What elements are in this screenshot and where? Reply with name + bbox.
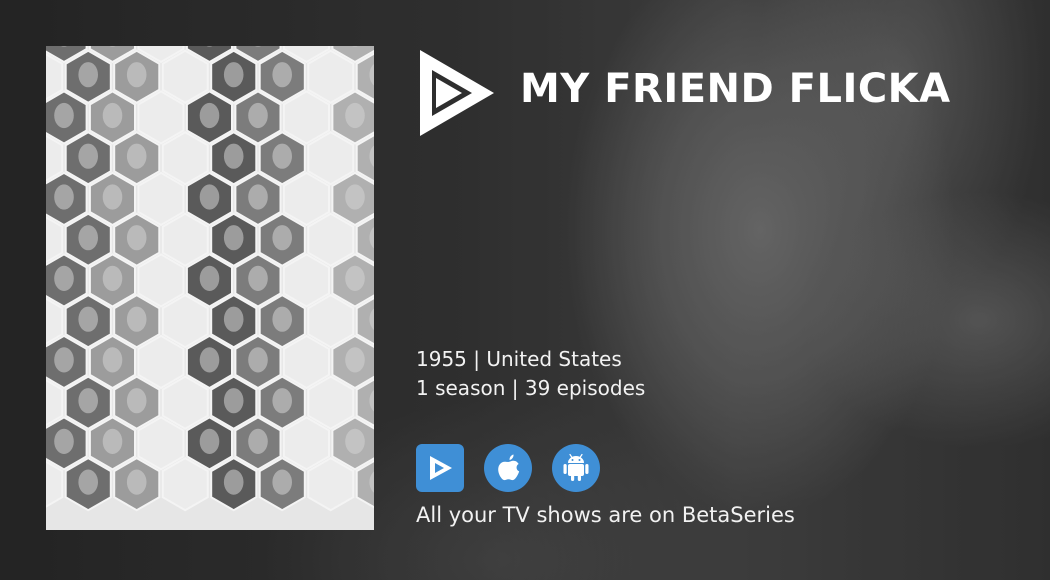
poster-hex-face [272, 225, 292, 251]
ios-app-button[interactable] [484, 444, 532, 492]
poster-hex-face [345, 184, 365, 210]
android-icon [563, 453, 589, 481]
share-card: MY FRIEND FLICKA 1955 | United States 1 … [0, 0, 1050, 580]
poster-hex-face [126, 62, 147, 88]
poster-hex-face [223, 306, 244, 332]
poster-hex-empty [307, 293, 355, 349]
poster-hex-face [272, 469, 292, 495]
poster-hex-face [102, 184, 123, 210]
poster-hex-empty [307, 375, 355, 430]
year-country: 1955 | United States [416, 347, 622, 371]
poster-hex-face [126, 469, 147, 495]
poster-hex-empty [282, 334, 330, 390]
poster-hex-face [248, 184, 268, 210]
poster-hex-face [223, 143, 244, 169]
poster-hex-face [199, 428, 220, 454]
android-app-button[interactable] [552, 444, 600, 492]
poster-hex-face [223, 225, 244, 251]
poster-hex-empty [137, 416, 185, 471]
poster-hex-face [102, 265, 123, 291]
poster-hex-face [248, 102, 268, 129]
show-title: MY FRIEND FLICKA [520, 66, 951, 112]
poster-hexagon-pattern [46, 46, 374, 512]
poster-hex-empty [161, 212, 209, 267]
poster-hex-face [54, 184, 74, 210]
poster-hex-face [54, 102, 74, 129]
seasons-episodes: 1 season | 39 episodes [416, 376, 646, 400]
poster-hex-empty [307, 131, 355, 186]
poster-hex-face [345, 102, 365, 129]
poster-hex-face [272, 388, 292, 414]
poster-hex-face [345, 265, 365, 291]
poster-hex-face [248, 428, 268, 454]
poster-hex-empty [307, 456, 355, 512]
poster-hex-empty [282, 253, 330, 308]
poster-hex-empty [161, 293, 209, 349]
poster-hex-empty [137, 171, 185, 227]
poster-hex-face [199, 184, 220, 210]
poster-hex-face [54, 428, 74, 454]
poster-hex-empty [137, 253, 185, 308]
poster-hex-face [248, 265, 268, 291]
play-icon [430, 456, 452, 480]
poster-hex-face [78, 62, 98, 88]
tagline: All your TV shows are on BetaSeries [416, 503, 795, 527]
poster-hex-empty [282, 171, 330, 227]
poster-hex-empty [282, 90, 330, 145]
poster-hex-face [102, 428, 123, 454]
poster-hex-face [126, 225, 147, 251]
poster-hex-empty [307, 49, 355, 104]
poster-hex-face [345, 347, 365, 373]
poster-hex-face [248, 347, 268, 373]
poster-hex-face [54, 265, 74, 291]
poster-hex-face [102, 347, 123, 373]
poster-hex-empty [137, 90, 185, 145]
poster-hex-face [102, 102, 123, 129]
poster-hex-empty [161, 49, 209, 104]
poster-hex-face [78, 306, 98, 332]
show-poster [46, 46, 374, 530]
poster-hex-empty [161, 375, 209, 430]
show-meta: 1955 | United States 1 season | 39 episo… [416, 345, 645, 403]
poster-hex-face [78, 143, 98, 169]
poster-hex-face [223, 469, 244, 495]
poster-hex-face [272, 143, 292, 169]
poster-hex-face [126, 143, 147, 169]
poster-hex-face [223, 62, 244, 88]
poster-hex-face [199, 102, 220, 129]
poster-hex-face [126, 388, 147, 414]
poster-hex-face [126, 306, 147, 332]
poster-hex-face [78, 388, 98, 414]
poster-hex-empty [137, 334, 185, 390]
poster-hex-face [272, 306, 292, 332]
betaseries-play-logo-icon [420, 50, 494, 136]
poster-hex-face [78, 469, 98, 495]
poster-hex-face [199, 265, 220, 291]
poster-hex-empty [161, 131, 209, 186]
betaseries-app-button[interactable] [416, 444, 464, 492]
poster-hex-empty [161, 456, 209, 512]
poster-hex-face [199, 347, 220, 373]
poster-hex-face [345, 428, 365, 454]
app-store-icons [416, 444, 600, 492]
poster-hex-empty [307, 212, 355, 267]
apple-icon [498, 454, 520, 481]
poster-hex-empty [282, 416, 330, 471]
poster-hex-face [223, 388, 244, 414]
poster-hex-face [272, 62, 292, 88]
poster-hex-face [54, 347, 74, 373]
poster-hex-face [78, 225, 98, 251]
